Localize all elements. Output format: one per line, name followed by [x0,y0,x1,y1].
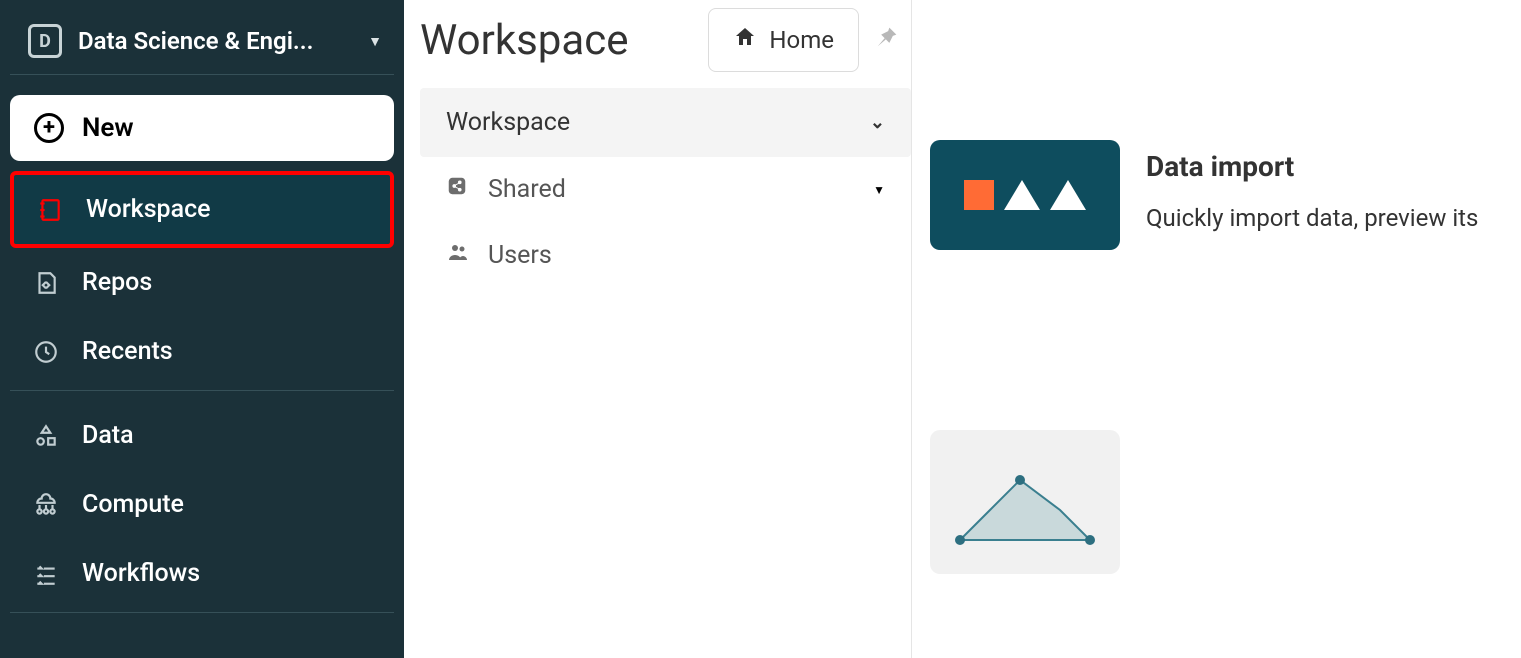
sidebar-item-recents[interactable]: Recents [10,317,394,386]
triangle-icon [1050,180,1086,210]
home-icon [733,25,757,55]
workspace-panel-title: Workspace [420,16,694,65]
tree-item-label: Users [488,241,552,270]
home-button[interactable]: Home [708,8,859,72]
chart-shape-icon [950,460,1100,550]
divider [10,390,394,391]
sidebar-item-label: Workspace [86,195,211,224]
main-content: Data import Quickly import data, preview… [912,0,1521,658]
chevron-down-icon: ⌄ [870,112,885,133]
sidebar-item-workflows[interactable]: Workflows [10,539,394,608]
sidebar-item-label: Workflows [82,559,200,588]
hero-title: Data import [1146,150,1294,183]
new-button-label: New [82,113,134,143]
users-icon [446,240,474,271]
tree-root-workspace[interactable]: Workspace ⌄ [420,88,911,157]
triangle-icon [1004,180,1040,210]
tree-root-label: Workspace [446,108,570,137]
notebook-card-icon[interactable] [930,430,1120,574]
sidebar-item-compute[interactable]: Compute [10,470,394,539]
data-import-card-icon[interactable] [930,140,1120,250]
sidebar-item-label: Recents [82,337,173,366]
sidebar-item-label: Data [82,421,134,450]
databricks-logo-icon: D [28,24,62,58]
workspace-switcher-label: Data Science & Engi... [78,27,313,55]
sidebar-item-workspace[interactable]: Workspace [10,171,394,248]
chevron-down-icon: ▼ [368,33,382,50]
home-button-label: Home [769,26,834,54]
repo-icon [30,270,62,296]
square-icon [964,180,994,210]
data-icon [30,423,62,449]
divider [10,612,394,613]
workspace-switcher[interactable]: D Data Science & Engi... ▼ [10,14,394,75]
workflows-icon [30,561,62,587]
sidebar: D Data Science & Engi... ▼ + New Workspa… [0,0,404,658]
hero-description: Quickly import data, preview its [1146,204,1478,232]
notebook-icon [34,197,66,223]
sidebar-item-label: Compute [82,490,184,519]
sidebar-item-repos[interactable]: Repos [10,248,394,317]
clock-icon [30,339,62,365]
new-button[interactable]: + New [10,95,394,161]
workspace-panel: Workspace Home Workspace ⌄ Shared ▼ [404,0,912,658]
plus-icon: + [34,113,64,143]
caret-down-icon[interactable]: ▼ [873,183,885,197]
pin-icon[interactable] [873,21,901,59]
sidebar-item-label: Repos [82,268,152,297]
workspace-tree: Workspace ⌄ Shared ▼ Users [420,88,911,289]
share-icon [446,175,474,204]
compute-icon [30,492,62,518]
sidebar-item-data[interactable]: Data [10,401,394,470]
tree-item-shared[interactable]: Shared ▼ [420,157,911,222]
tree-item-label: Shared [488,175,566,204]
tree-item-users[interactable]: Users [420,222,911,289]
